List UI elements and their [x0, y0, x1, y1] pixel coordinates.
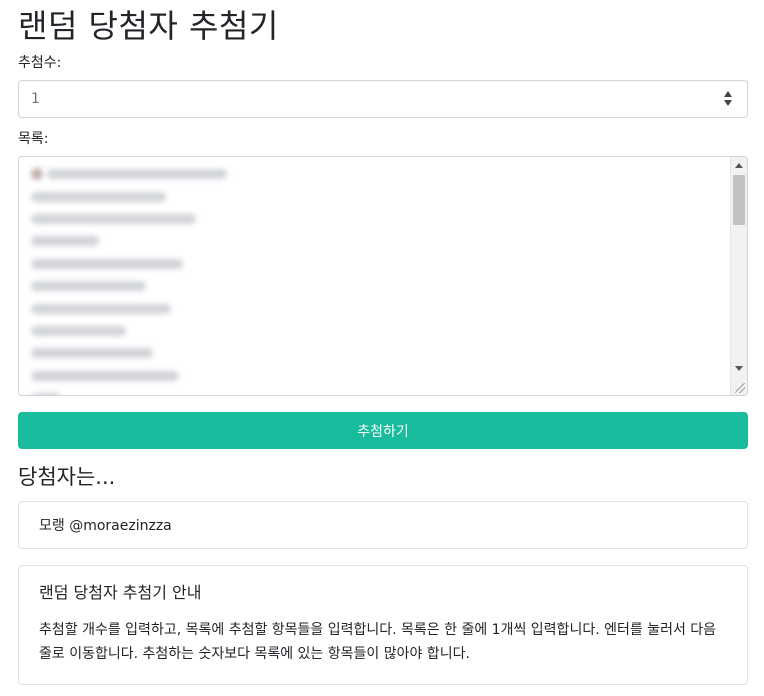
scroll-up-icon[interactable]	[735, 163, 743, 168]
list-scrollbar[interactable]	[730, 157, 747, 395]
info-card: 랜덤 당첨자 추첨기 안내 추첨할 개수를 입력하고, 목록에 추첨할 항목들을…	[18, 565, 748, 685]
list-textarea[interactable]	[18, 156, 748, 396]
list-line	[31, 365, 735, 387]
scroll-thumb[interactable]	[733, 175, 745, 225]
winner-box: 모랭 @moraezinzza	[18, 501, 748, 549]
list-line	[31, 208, 735, 230]
info-text: 추첨할 개수를 입력하고, 목록에 추첨할 항목들을 입력합니다. 목록은 한 …	[39, 622, 717, 662]
resize-grip-icon[interactable]	[735, 383, 745, 393]
list-line	[31, 253, 735, 275]
list-line	[31, 163, 735, 185]
page-title: 랜덤 당첨자 추첨기	[18, 7, 279, 45]
scroll-down-icon[interactable]	[735, 366, 743, 371]
count-label: 추첨수:	[18, 55, 62, 71]
info-title: 랜덤 당첨자 추첨기 안내	[39, 583, 202, 602]
list-line	[31, 275, 735, 297]
draw-button[interactable]: 추첨하기	[18, 412, 748, 449]
count-field[interactable]	[18, 80, 748, 118]
list-content	[19, 157, 747, 395]
list-line	[31, 387, 735, 395]
spin-down-icon[interactable]	[724, 100, 732, 106]
result-heading: 당첨자는...	[18, 465, 116, 489]
list-line	[31, 342, 735, 364]
count-input[interactable]	[19, 81, 747, 117]
page: 랜덤 당첨자 추첨기 추첨수: 목록: 추첨하기	[0, 0, 764, 685]
list-line	[31, 320, 735, 342]
list-line	[31, 297, 735, 319]
list-line	[31, 230, 735, 252]
spinner-arrows-icon[interactable]	[723, 91, 733, 107]
spin-up-icon[interactable]	[724, 91, 732, 97]
winner-text: 모랭 @moraezinzza	[39, 518, 172, 534]
list-line	[31, 185, 735, 207]
list-label: 목록:	[18, 131, 49, 147]
